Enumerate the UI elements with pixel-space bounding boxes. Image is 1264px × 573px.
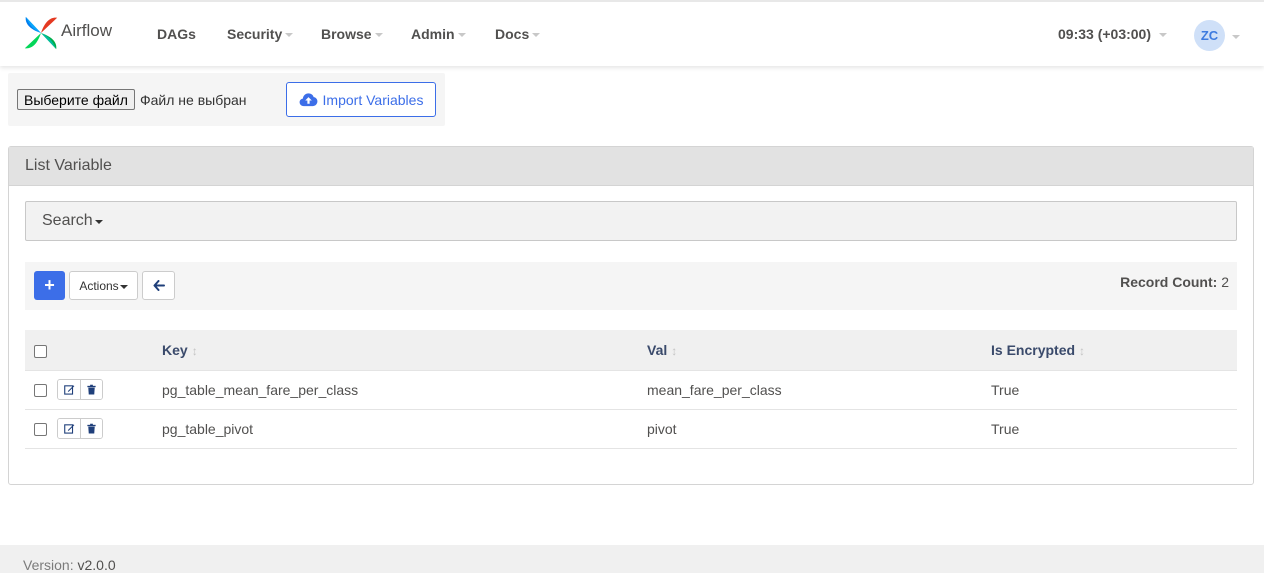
choose-file-button[interactable]: Выберите файл <box>17 89 135 110</box>
column-header-key[interactable]: Key ↕ <box>162 330 647 370</box>
arrow-left-icon <box>153 280 165 291</box>
back-button[interactable] <box>142 271 175 300</box>
nav-admin[interactable]: Admin <box>411 26 466 42</box>
cell-key: pg_table_mean_fare_per_class <box>162 369 647 410</box>
record-count-value: 2 <box>1221 274 1229 290</box>
sort-icon: ↕ <box>191 343 198 358</box>
nav-browse-label: Browse <box>321 26 372 42</box>
cell-key: pg_table_pivot <box>162 408 647 449</box>
select-all-checkbox[interactable] <box>34 344 47 358</box>
delete-record-button[interactable] <box>80 380 102 399</box>
edit-icon <box>63 424 74 434</box>
list-toolbar: + Actions Record Count: 2 <box>25 262 1237 310</box>
edit-record-button[interactable] <box>58 380 80 399</box>
import-variables-form: Выберите файл Файл не выбран Import Vari… <box>8 73 445 126</box>
search-toggle[interactable]: Search <box>25 201 1237 241</box>
edit-icon <box>63 385 74 395</box>
row-actions <box>57 418 103 439</box>
brand-link[interactable]: Airflow <box>22 13 112 53</box>
version-value: v2.0.0 <box>77 557 116 573</box>
row-actions <box>57 379 103 400</box>
nav-docs[interactable]: Docs <box>495 26 541 42</box>
cell-val: pivot <box>647 408 991 449</box>
column-val-label: Val <box>647 341 668 358</box>
panel-title: List Variable <box>9 147 1253 186</box>
actions-dropdown[interactable]: Actions <box>69 271 138 300</box>
version-label: Version: <box>23 557 74 573</box>
table-row: pg_table_mean_fare_per_class mean_fare_p… <box>25 369 1237 410</box>
row-select-checkbox[interactable] <box>34 384 47 398</box>
trash-icon <box>87 384 96 395</box>
import-button-label: Import Variables <box>322 91 424 108</box>
panel-title-text: List Variable <box>25 157 112 174</box>
edit-record-button[interactable] <box>58 419 80 438</box>
column-is-encrypted-label: Is Encrypted <box>991 341 1076 358</box>
top-navbar: Airflow DAGs Security Browse Admin Docs … <box>0 0 1264 66</box>
chevron-down-icon <box>1232 34 1240 39</box>
nav-browse[interactable]: Browse <box>321 26 383 42</box>
avatar: ZC <box>1194 20 1225 51</box>
caret-down-icon <box>94 220 103 224</box>
chevron-down-icon <box>457 33 466 37</box>
add-record-button[interactable]: + <box>34 271 65 300</box>
cell-is-encrypted: True <box>991 408 1237 449</box>
trash-icon <box>87 423 96 434</box>
chevron-down-icon <box>374 33 383 37</box>
column-header-is-encrypted[interactable]: Is Encrypted ↕ <box>991 330 1237 370</box>
caret-down-icon <box>119 284 128 289</box>
nav-admin-label: Admin <box>411 26 455 42</box>
footer: Version: v2.0.0 <box>0 545 1264 573</box>
cell-is-encrypted: True <box>991 369 1237 410</box>
table-row: pg_table_pivot pivot True <box>25 408 1237 449</box>
sort-icon: ↕ <box>671 343 678 358</box>
row-select-checkbox[interactable] <box>34 423 47 437</box>
record-count-label: Record Count: <box>1120 274 1218 290</box>
table-header-row: Key ↕ Val ↕ Is Encrypted ↕ <box>25 330 1237 370</box>
clock-label: 09:33 (+03:00) <box>1058 26 1152 42</box>
chevron-down-icon <box>532 33 541 37</box>
chevron-down-icon <box>1159 33 1168 37</box>
plus-icon: + <box>44 275 55 295</box>
timezone-clock[interactable]: 09:33 (+03:00) <box>1058 26 1168 42</box>
airflow-logo-icon <box>24 16 58 50</box>
column-header-val[interactable]: Val ↕ <box>647 330 991 370</box>
nav-dags-label: DAGs <box>157 26 196 42</box>
cell-val: mean_fare_per_class <box>647 369 991 410</box>
actions-label: Actions <box>79 278 119 293</box>
import-variables-button[interactable]: Import Variables <box>286 82 436 117</box>
user-menu[interactable]: ZC <box>1194 20 1240 51</box>
nav-docs-label: Docs <box>495 26 530 42</box>
nav-dags[interactable]: DAGs <box>157 26 196 42</box>
delete-record-button[interactable] <box>80 419 102 438</box>
chevron-down-icon <box>285 33 294 37</box>
cloud-upload-icon <box>299 93 317 107</box>
column-key-label: Key <box>162 341 188 358</box>
nav-security[interactable]: Security <box>227 26 294 42</box>
sort-icon: ↕ <box>1079 343 1086 358</box>
brand-name: Airflow <box>61 21 113 40</box>
list-variable-panel: List Variable Search + Actions Record Co… <box>8 146 1254 485</box>
search-label: Search <box>42 212 93 229</box>
variables-table: Key ↕ Val ↕ Is Encrypted ↕ pg_table_mean… <box>25 330 1237 449</box>
file-status-text: Файл не выбран <box>140 92 247 108</box>
record-count: Record Count: 2 <box>1120 274 1229 290</box>
nav-security-label: Security <box>227 26 283 42</box>
